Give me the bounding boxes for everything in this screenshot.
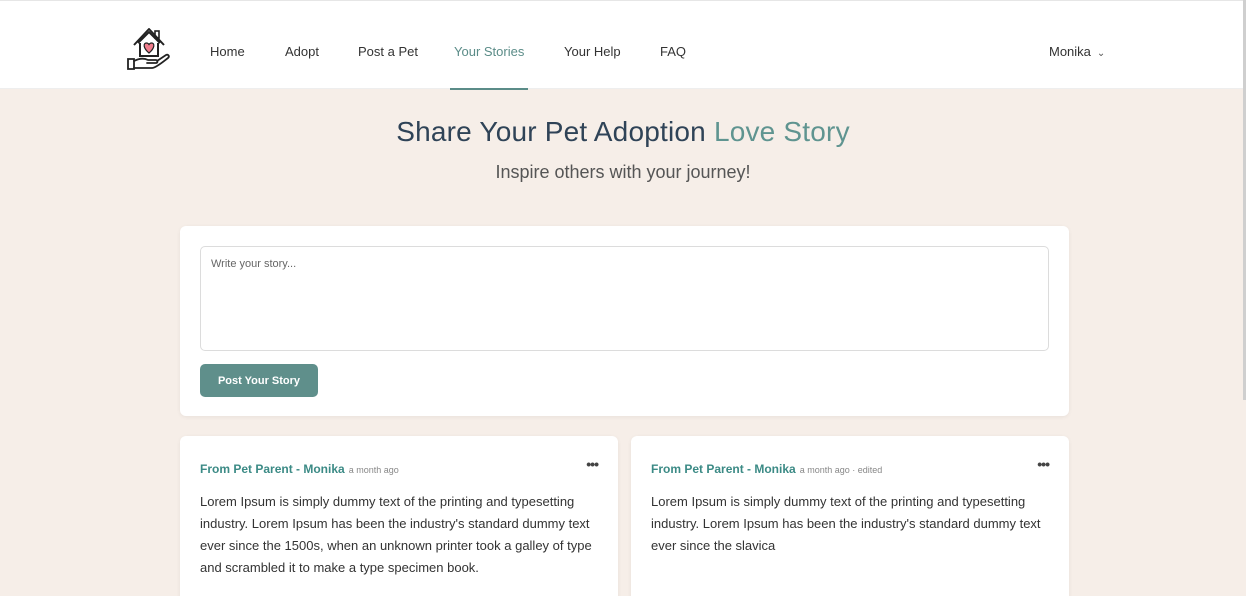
story-meta: a month ago · edited xyxy=(799,465,883,475)
top-navbar: Home Adopt Post a Pet Your Stories Your … xyxy=(0,0,1246,90)
house-heart-hand-icon[interactable] xyxy=(126,23,172,71)
story-card: From Pet Parent - Monika a month ago · ed… xyxy=(631,436,1069,596)
nav-link-faq[interactable]: FAQ xyxy=(660,44,686,59)
user-menu[interactable]: Monika ⌄ xyxy=(1049,44,1105,59)
story-author: From Pet Parent - Monika xyxy=(651,462,796,476)
page-subtitle: Inspire others with your journey! xyxy=(495,162,751,182)
story-meta: a month ago xyxy=(348,465,399,475)
nav-link-post-a-pet[interactable]: Post a Pet xyxy=(358,44,418,59)
page-title-main: Share Your Pet Adoption xyxy=(396,116,706,147)
user-name: Monika xyxy=(1049,44,1091,59)
more-horizontal-icon[interactable]: ••• xyxy=(586,456,599,472)
page-title-accent: Love Story xyxy=(713,116,850,147)
page-title: Share Your Pet Adoption Love Story xyxy=(0,116,1246,148)
more-horizontal-icon[interactable]: ••• xyxy=(1037,456,1050,472)
nav-link-home[interactable]: Home xyxy=(210,44,245,59)
story-card: From Pet Parent - Monika a month ago ••• … xyxy=(180,436,618,596)
story-composer-card: Post Your Story xyxy=(180,226,1069,416)
story-body: Lorem Ipsum is simply dummy text of the … xyxy=(651,494,1041,553)
nav-link-your-stories[interactable]: Your Stories xyxy=(454,44,524,59)
story-body: Lorem Ipsum is simply dummy text of the … xyxy=(200,494,592,575)
nav-link-adopt[interactable]: Adopt xyxy=(285,44,319,59)
chevron-down-icon: ⌄ xyxy=(1096,48,1106,59)
post-story-button[interactable]: Post Your Story xyxy=(200,364,318,397)
story-input[interactable] xyxy=(200,246,1049,351)
story-author: From Pet Parent - Monika xyxy=(200,462,345,476)
nav-link-your-help[interactable]: Your Help xyxy=(564,44,621,59)
story-header: From Pet Parent - Monika a month ago · ed… xyxy=(651,460,882,478)
story-header: From Pet Parent - Monika a month ago xyxy=(200,460,399,478)
active-tab-indicator xyxy=(450,88,528,90)
